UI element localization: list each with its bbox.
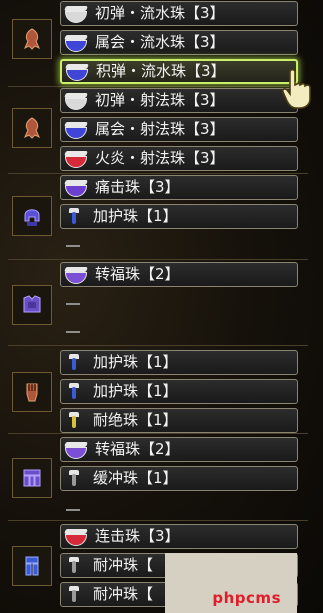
- decoration-slot[interactable]: 转福珠【2】: [60, 437, 298, 462]
- equip-legs[interactable]: [12, 546, 52, 586]
- arm-armor-icon: [26, 383, 38, 402]
- decoration-slot-label: 耐绝珠【1】: [93, 411, 178, 429]
- decoration-slot-label: 积弹・流水珠【3】: [96, 62, 226, 80]
- group-divider: [8, 433, 308, 434]
- decoration-gem-small-icon: [67, 353, 81, 372]
- decoration-slot-label: 加护珠【1】: [93, 382, 178, 400]
- decoration-gem-small-icon: [67, 382, 81, 401]
- decoration-gem-small-icon: [67, 411, 81, 430]
- group-divider: [8, 520, 308, 521]
- decoration-slot[interactable]: 加护珠【1】: [60, 379, 298, 404]
- chest-armor-icon: [23, 295, 41, 313]
- decoration-gem-small-icon: [67, 207, 81, 226]
- group-divider: [8, 173, 308, 174]
- weapon-bow-icon: [24, 117, 40, 139]
- decoration-slot-label: 初弹・流水珠【3】: [95, 4, 225, 22]
- decoration-slot[interactable]: 加护珠【1】: [60, 204, 298, 229]
- equip-weapon-2[interactable]: [12, 108, 52, 148]
- group-divider: [8, 345, 308, 346]
- decoration-slot-label: 耐冲珠【: [93, 585, 154, 603]
- decoration-slot-label: 初弹・射法珠【3】: [95, 91, 225, 109]
- watermark-box: phpcms: [165, 553, 297, 613]
- decoration-slot-label: 转福珠【2】: [95, 440, 180, 458]
- decoration-slot-label: 耐冲珠【: [93, 556, 154, 574]
- decoration-slot[interactable]: 初弹・流水珠【3】: [60, 1, 298, 26]
- decoration-slot-label: 属会・射法珠【3】: [95, 120, 225, 138]
- empty-slot-marker: [66, 331, 80, 333]
- waist-armor-icon: [23, 469, 41, 487]
- decoration-slot[interactable]: 属会・射法珠【3】: [60, 117, 298, 142]
- group-divider: [8, 86, 308, 87]
- decoration-gem-small-icon: [67, 585, 81, 604]
- equip-waist[interactable]: [12, 458, 52, 498]
- equip-helm[interactable]: [12, 196, 52, 236]
- decoration-gem-icon: [63, 92, 89, 110]
- decoration-slot-label: 属会・流水珠【3】: [95, 33, 225, 51]
- decoration-slot[interactable]: 火炎・射法珠【3】: [60, 146, 298, 171]
- decoration-gem-icon: [63, 150, 89, 168]
- helm-armor-icon: [24, 209, 40, 226]
- decoration-gem-icon: [63, 266, 89, 284]
- decoration-slot-label: 转福珠【2】: [95, 265, 180, 283]
- decoration-slot[interactable]: 转福珠【2】: [60, 262, 298, 287]
- equip-arms[interactable]: [12, 372, 52, 412]
- equip-chest[interactable]: [12, 285, 52, 325]
- decoration-slot[interactable]: 积弹・流水珠【3】: [60, 59, 298, 84]
- equip-weapon-1[interactable]: [12, 19, 52, 59]
- decoration-slot[interactable]: 痛击珠【3】: [60, 175, 298, 200]
- decoration-slot-label: 痛击珠【3】: [95, 178, 180, 196]
- decoration-gem-icon: [63, 179, 89, 197]
- decoration-gem-icon: [64, 63, 90, 81]
- decoration-slot[interactable]: 连击珠【3】: [60, 524, 298, 549]
- decoration-gem-small-icon: [67, 469, 81, 488]
- decoration-slot-label: 加护珠【1】: [93, 207, 178, 225]
- decoration-slot-label: 缓冲珠【1】: [93, 469, 178, 487]
- watermark-text: phpcms: [212, 589, 281, 607]
- decoration-gem-icon: [63, 441, 89, 459]
- decoration-gem-icon: [63, 5, 89, 23]
- decoration-slot-label: 连击珠【3】: [95, 527, 180, 545]
- decoration-slot[interactable]: 耐绝珠【1】: [60, 408, 298, 433]
- group-divider: [8, 259, 308, 260]
- decoration-slot-label: 加护珠【1】: [93, 353, 178, 371]
- decoration-slot[interactable]: 缓冲珠【1】: [60, 466, 298, 491]
- hand-cursor-icon: [282, 68, 311, 109]
- weapon-bow-icon: [24, 28, 40, 50]
- decoration-slot-label: 火炎・射法珠【3】: [95, 149, 225, 167]
- decoration-slot[interactable]: 加护珠【1】: [60, 350, 298, 375]
- empty-slot-marker: [66, 509, 80, 511]
- decoration-gem-icon: [63, 528, 89, 546]
- leg-armor-icon: [25, 556, 39, 576]
- decoration-slot[interactable]: 属会・流水珠【3】: [60, 30, 298, 55]
- decoration-gem-icon: [63, 121, 89, 139]
- empty-slot-marker: [66, 245, 80, 247]
- empty-slot-marker: [66, 303, 80, 305]
- decoration-gem-small-icon: [67, 556, 81, 575]
- decoration-gem-icon: [63, 34, 89, 52]
- decoration-slot[interactable]: 初弹・射法珠【3】: [60, 88, 298, 113]
